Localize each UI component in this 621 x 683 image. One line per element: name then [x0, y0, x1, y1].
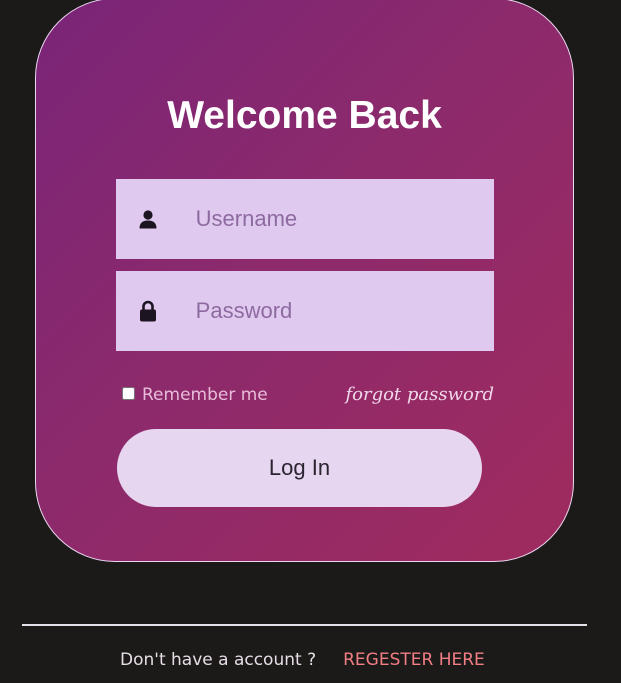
forgot-password-link[interactable]: forgot password [345, 384, 494, 405]
login-card: Welcome Back Remember me forgot password… [35, 0, 574, 562]
divider [22, 624, 587, 626]
user-icon [116, 209, 178, 229]
login-button[interactable]: Log In [117, 429, 482, 507]
login-options: Remember me forgot password [122, 383, 494, 409]
remember-me[interactable]: Remember me [122, 385, 268, 405]
register-question: Don't have a account ? [120, 650, 317, 670]
username-input[interactable] [195, 206, 494, 232]
remember-me-checkbox[interactable] [122, 386, 135, 400]
username-field[interactable] [116, 179, 494, 259]
remember-me-label: Remember me [142, 385, 268, 405]
page-title: Welcome Back [167, 94, 442, 137]
lock-icon [116, 300, 178, 322]
password-field[interactable] [116, 271, 494, 351]
password-input[interactable] [195, 298, 494, 324]
register-link[interactable]: REGESTER HERE [343, 650, 485, 670]
register-prompt: Don't have a account ? REGESTER HERE [120, 650, 485, 670]
